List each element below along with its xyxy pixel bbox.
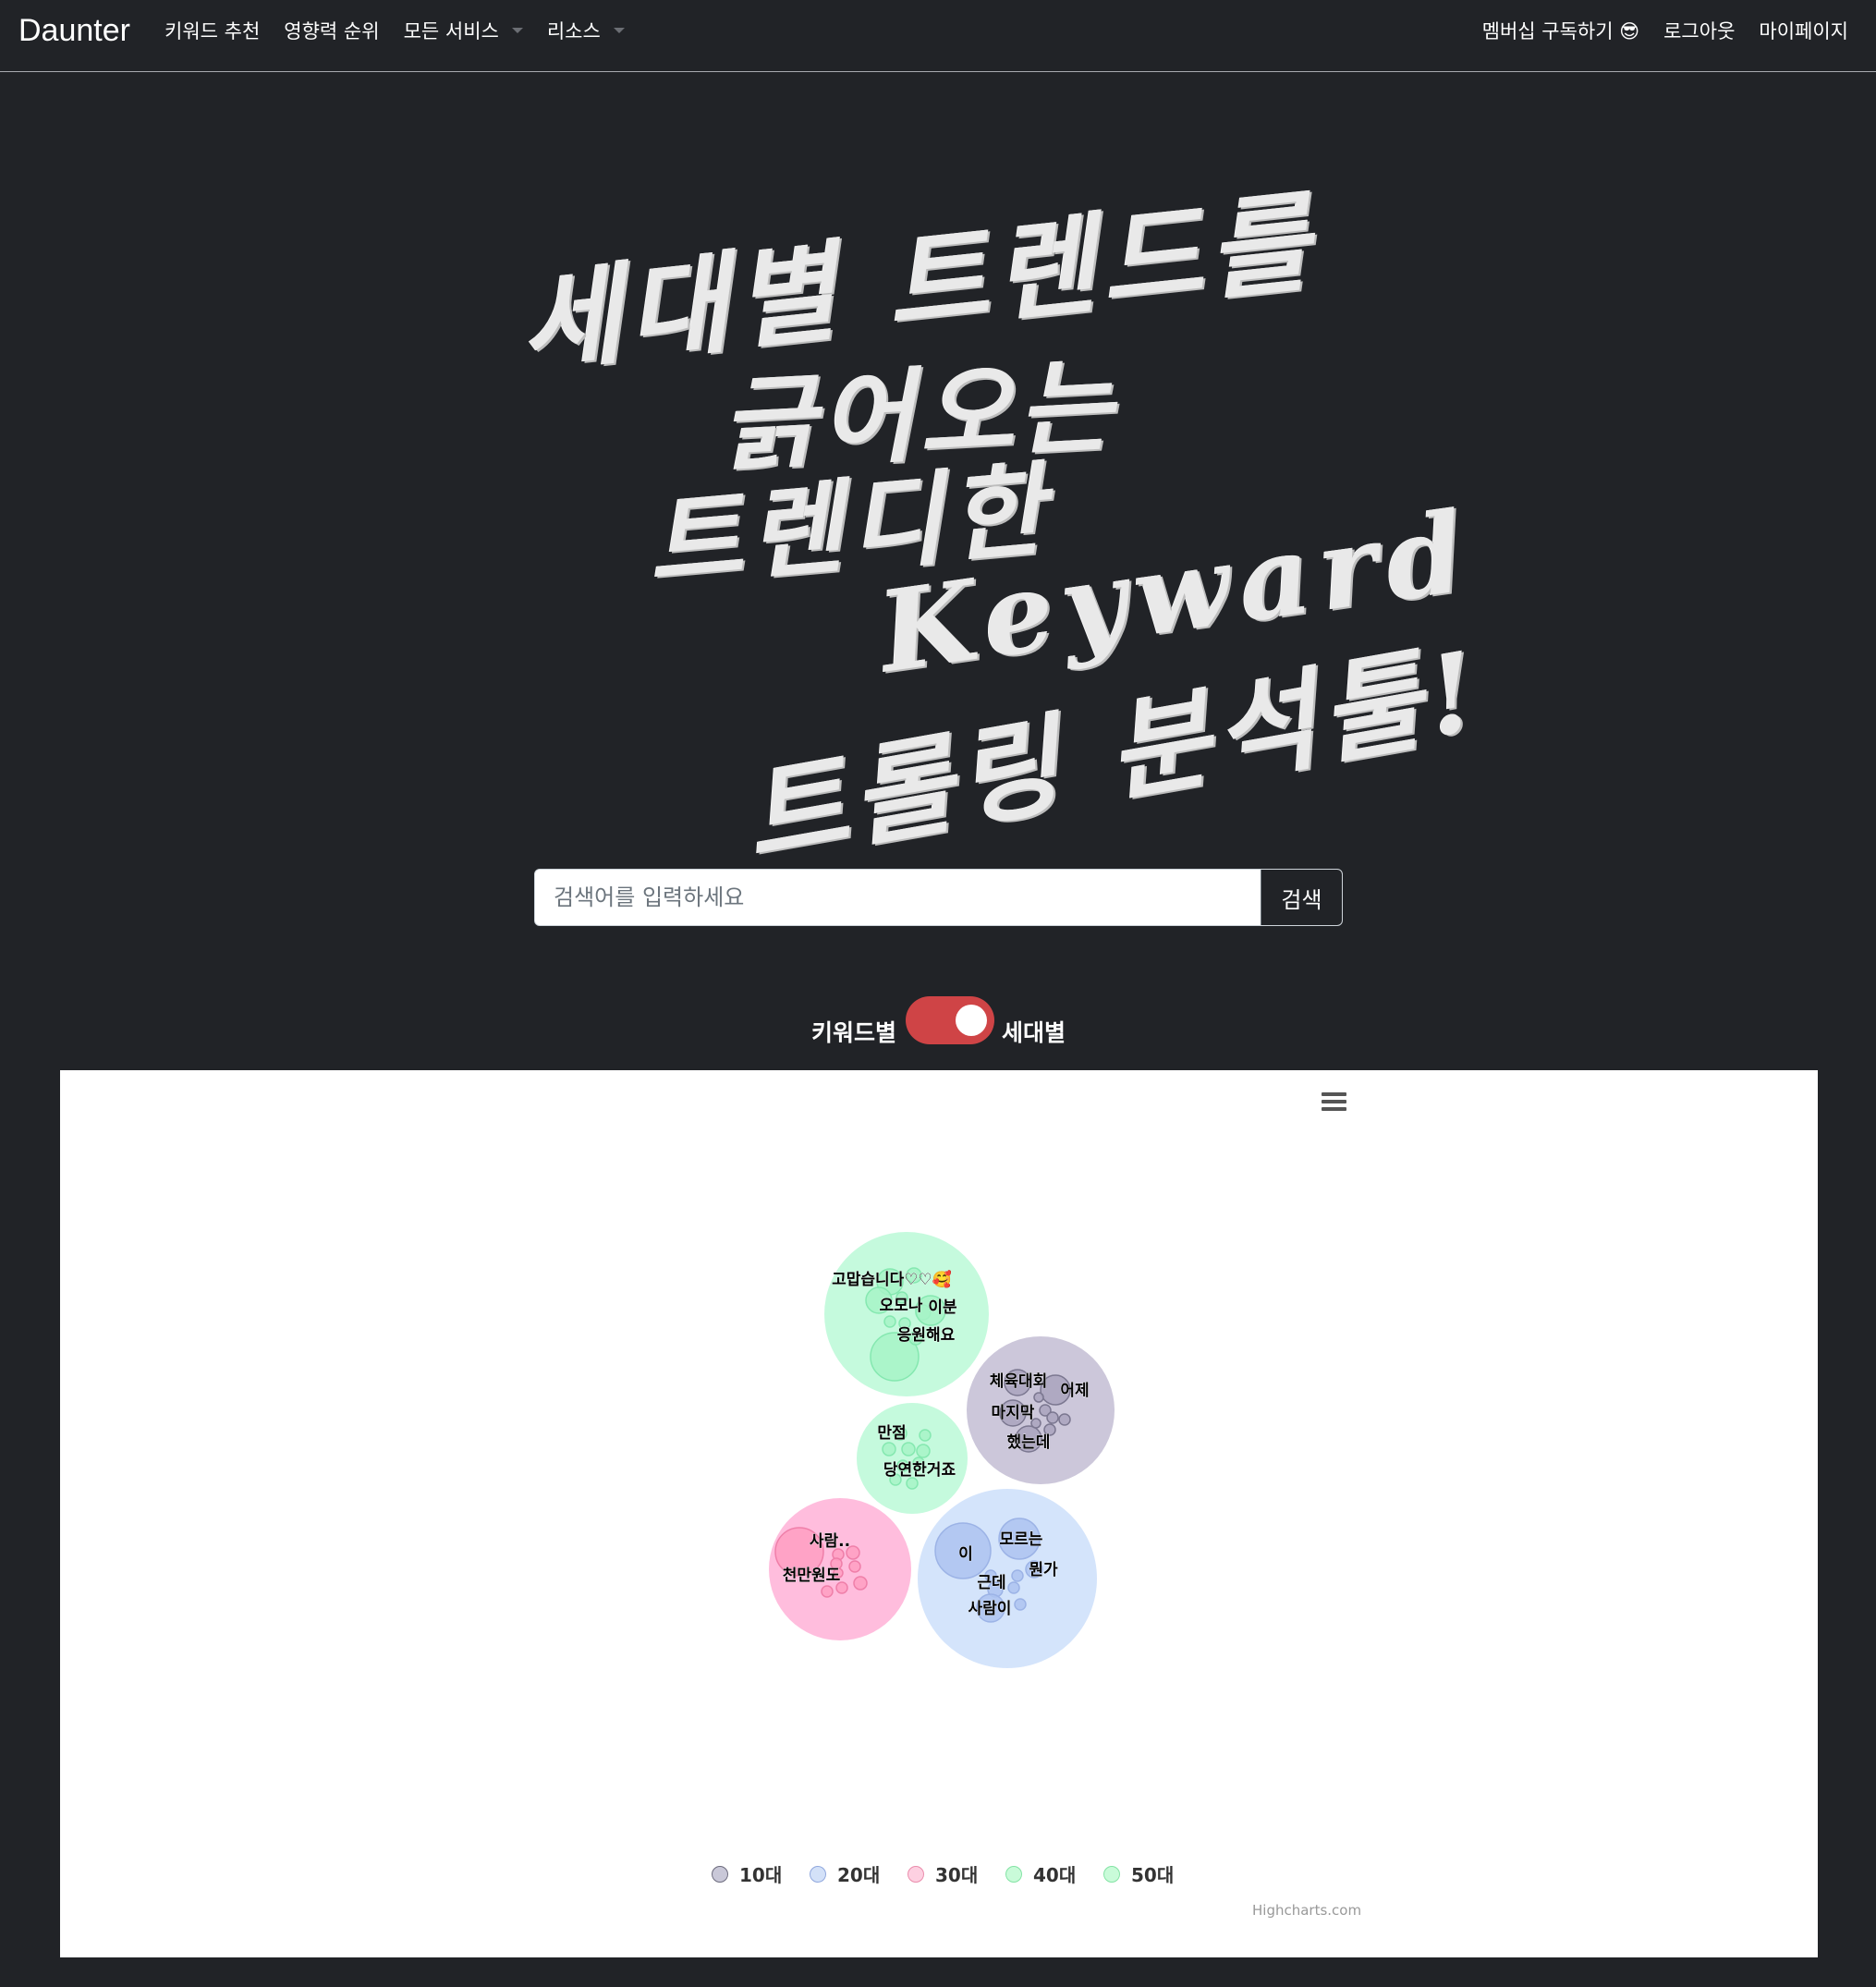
keyword-bubble[interactable] <box>821 1585 834 1598</box>
bubble-group-5[interactable]: 고맙습니다♡♡🥰 오모나 이분응원해요 <box>824 1232 989 1396</box>
nav-logout-label: 로그아웃 <box>1663 20 1736 43</box>
bubble-keyword-label: 당연한거죠 <box>883 1461 956 1480</box>
keyword-bubble[interactable] <box>883 1315 896 1328</box>
nav-keyword-recommend-label: 키워드 추천 <box>164 20 261 43</box>
caret-down-icon <box>511 28 523 33</box>
keyword-generation-toggle-switch[interactable] <box>906 996 994 1044</box>
keyword-bubble[interactable] <box>848 1560 861 1573</box>
nav-all-services-label: 모든 서비스 <box>403 20 499 43</box>
bubble-keyword-label: 사람.. <box>810 1531 850 1551</box>
nav-resources-label: 리소스 <box>546 20 601 43</box>
keyword-bubble[interactable] <box>882 1442 896 1457</box>
keyword-bubble[interactable] <box>919 1429 932 1442</box>
keyword-bubble[interactable] <box>1058 1413 1071 1426</box>
view-toggle: 키워드별 세대별 <box>0 996 1876 1048</box>
bubble-keyword-label: 이 <box>958 1545 973 1564</box>
bubble-keyword-label: 사람이 <box>968 1599 1012 1618</box>
keyword-bubble[interactable] <box>1014 1598 1027 1611</box>
bubble-group-4[interactable]: 만점당연한거죠 <box>857 1403 968 1514</box>
caret-down-icon <box>613 28 625 33</box>
legend-item-20s[interactable]: 20대 <box>810 1860 880 1887</box>
nav-resources-dropdown[interactable]: 리소스 <box>547 17 625 44</box>
nav-mypage[interactable]: 마이페이지 <box>1759 17 1848 44</box>
parent-bubble[interactable] <box>918 1489 1097 1668</box>
hero-banner: 세대별 트렌드를 긁어오는 트렌디한 Keyward 트롤링 분석툴! <box>0 120 1876 882</box>
navbar: Daunter 키워드 추천 영향력 순위 모든 서비스 리소스 멤버십 구독하… <box>0 0 1876 72</box>
legend-50s-dot <box>1103 1865 1120 1883</box>
legend-item-10s[interactable]: 10대 <box>712 1860 782 1887</box>
nav-influence-rank[interactable]: 영향력 순위 <box>284 17 379 44</box>
keyword-bubble[interactable] <box>1033 1392 1044 1403</box>
legend-item-40s[interactable]: 40대 <box>1005 1860 1076 1887</box>
legend-10s-label: 10대 <box>739 1864 783 1886</box>
nav-left: 키워드 추천 영향력 순위 모든 서비스 리소스 <box>164 17 625 44</box>
bubble-keyword-label: 모르는 <box>1000 1530 1043 1549</box>
bubble-keyword-label: 고맙습니다♡♡🥰 <box>832 1270 952 1289</box>
legend-item-30s[interactable]: 30대 <box>908 1860 978 1887</box>
toggle-knob <box>956 1005 987 1036</box>
keyword-bubble[interactable] <box>1046 1411 1059 1424</box>
bubble-keyword-label: 마지막 <box>992 1404 1035 1422</box>
bubble-keyword-label: 했는데 <box>1007 1432 1051 1452</box>
keyword-bubble[interactable] <box>1011 1569 1024 1582</box>
bubble-keyword-label: 오모나 <box>880 1297 923 1315</box>
bubble-keyword-label: 근데 <box>977 1574 1005 1592</box>
toggle-label-keyword: 키워드별 <box>811 1019 897 1046</box>
legend-item-50s[interactable]: 50대 <box>1103 1860 1174 1887</box>
bubble-plot-area: 체육대회 어제마지막했는데이모르는근데뭔가사람이사람..천만원도만점당연한거죠고맙… <box>769 1232 1115 1668</box>
nav-all-services-dropdown[interactable]: 모든 서비스 <box>404 17 523 44</box>
bubble-group-2[interactable]: 이 모르는근데 뭔가사람이 <box>918 1489 1097 1668</box>
search-button[interactable]: 검색 <box>1261 870 1342 925</box>
chart-legend: 10대 20대 30대 40대 50대 <box>60 1860 1816 1888</box>
nav-membership[interactable]: 멤버십 구독하기 😎 <box>1482 17 1639 44</box>
legend-10s-dot <box>712 1865 728 1883</box>
bubble-group-1[interactable]: 체육대회어제마지막했는데 <box>967 1336 1115 1484</box>
bubble-keyword-label: 어제 <box>1060 1382 1089 1400</box>
brand-logo[interactable]: Daunter <box>18 13 130 49</box>
nav-mypage-label: 마이페이지 <box>1759 20 1848 43</box>
bubble-keyword-label: 체육대회 <box>990 1372 1048 1391</box>
keyword-bubble[interactable] <box>901 1442 916 1457</box>
bubble-keyword-label: 응원해요 <box>897 1326 956 1345</box>
search-bar: 검색 <box>534 869 1343 926</box>
nav-right: 멤버십 구독하기 😎 로그아웃 마이페이지 <box>1482 17 1848 44</box>
legend-40s-label: 40대 <box>1033 1864 1077 1886</box>
bubble-group-3[interactable]: 사람.. 천만원도 <box>769 1498 911 1640</box>
nav-logout[interactable]: 로그아웃 <box>1663 17 1735 44</box>
legend-40s-dot <box>1005 1865 1022 1883</box>
bubble-keyword-label: 천만원도 <box>783 1566 841 1585</box>
bubble-keyword-label: 만점 <box>877 1424 906 1443</box>
keyword-bubble[interactable] <box>1007 1581 1020 1594</box>
legend-50s-label: 50대 <box>1131 1864 1175 1886</box>
highcharts-credits[interactable]: Highcharts.com <box>1252 1902 1361 1919</box>
legend-20s-label: 20대 <box>837 1864 881 1886</box>
search-input[interactable] <box>535 870 1262 925</box>
bubble-chart: 체육대회 어제 마지막 했는데 이 모르는 근데 뭔가 사람이 사람.. 천만원도 만점 당연한거죠 고맙… <box>60 1070 1818 1957</box>
nav-keyword-recommend[interactable]: 키워드 추천 <box>164 17 260 44</box>
nav-membership-label: 멤버십 구독하기 😎 <box>1481 20 1640 43</box>
bubble-keyword-label: 뭔가 <box>1029 1561 1058 1579</box>
legend-30s-label: 30대 <box>935 1864 979 1886</box>
keyword-bubble[interactable] <box>916 1444 931 1458</box>
toggle-label-generation: 세대별 <box>1002 1019 1066 1046</box>
bubble-keyword-label: 이분 <box>928 1298 957 1317</box>
legend-30s-dot <box>908 1865 924 1883</box>
legend-20s-dot <box>810 1865 826 1883</box>
nav-influence-rank-label: 영향력 순위 <box>284 20 380 43</box>
parent-bubble[interactable] <box>857 1403 968 1514</box>
keyword-bubble[interactable] <box>853 1576 868 1591</box>
